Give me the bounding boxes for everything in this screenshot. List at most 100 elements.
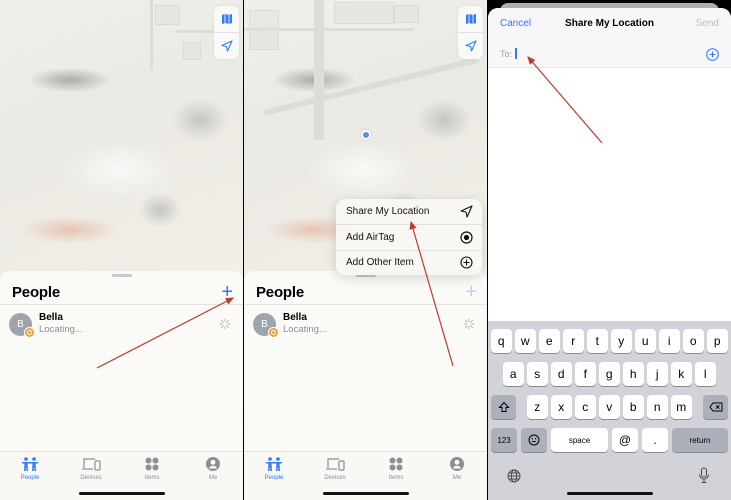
sheet-title: People: [256, 283, 304, 301]
key-q[interactable]: q: [491, 329, 512, 353]
dot-key[interactable]: .: [642, 428, 668, 452]
map-icon: [465, 14, 476, 24]
people-icon: [266, 457, 282, 471]
person-circle-icon: [450, 457, 464, 471]
backspace-icon: [708, 402, 722, 412]
key-x[interactable]: x: [551, 395, 572, 419]
home-indicator: [322, 492, 409, 495]
add-contact-icon[interactable]: [706, 48, 719, 61]
avatar: B: [253, 312, 279, 338]
person-status: Locating...: [283, 324, 327, 335]
people-screen-1: People + B Bella Locating... People Devi…: [0, 0, 243, 500]
person-row[interactable]: B Bella Locating...: [253, 311, 475, 338]
spinner-icon: [463, 318, 475, 330]
key-g[interactable]: g: [599, 362, 620, 386]
tab-me[interactable]: Me: [432, 456, 482, 481]
at-key[interactable]: @: [612, 428, 638, 452]
menu-item-add-other-item[interactable]: Add Other Item: [336, 249, 482, 275]
location-arrow-icon: [464, 40, 477, 52]
keyboard: qwertyuiop asdfghjkl zxcvbnm 123 space @…: [488, 321, 731, 500]
tab-devices[interactable]: Devices: [66, 456, 116, 481]
person-status: Locating...: [39, 324, 83, 335]
key-a[interactable]: a: [503, 362, 524, 386]
key-d[interactable]: d: [551, 362, 572, 386]
add-button[interactable]: +: [465, 282, 477, 302]
compose-title: Share My Location: [565, 18, 654, 29]
current-location-button[interactable]: [458, 33, 483, 59]
emoji-icon: [528, 434, 540, 446]
avatar: B: [9, 312, 35, 338]
menu-item-share-my-location[interactable]: Share My Location: [336, 199, 482, 224]
space-key[interactable]: space: [551, 428, 608, 452]
spinner-icon: [219, 318, 231, 330]
shift-icon: [497, 401, 510, 412]
tab-items[interactable]: Items: [371, 456, 421, 481]
key-w[interactable]: w: [515, 329, 536, 353]
key-e[interactable]: e: [539, 329, 560, 353]
location-arrow-icon: [220, 40, 233, 52]
tab-people[interactable]: People: [249, 456, 299, 481]
shift-key[interactable]: [491, 395, 516, 419]
key-i[interactable]: i: [659, 329, 680, 353]
globe-icon[interactable]: [507, 469, 521, 483]
tab-bar: People Devices Items Me: [244, 451, 487, 500]
key-z[interactable]: z: [527, 395, 548, 419]
key-h[interactable]: h: [623, 362, 644, 386]
to-field[interactable]: To:: [500, 48, 517, 59]
person-circle-icon: [206, 457, 220, 471]
key-m[interactable]: m: [671, 395, 692, 419]
key-n[interactable]: n: [647, 395, 668, 419]
key-r[interactable]: r: [563, 329, 584, 353]
key-k[interactable]: k: [671, 362, 692, 386]
locating-badge-icon: [268, 326, 279, 338]
key-l[interactable]: l: [695, 362, 716, 386]
map-icon: [221, 14, 232, 24]
backspace-key[interactable]: [703, 395, 728, 419]
key-b[interactable]: b: [623, 395, 644, 419]
airtag-icon: [460, 231, 473, 244]
key-f[interactable]: f: [575, 362, 596, 386]
tab-devices[interactable]: Devices: [310, 456, 360, 481]
return-key[interactable]: return: [672, 428, 728, 452]
compose-header: Cancel Share My Location Send To:: [488, 8, 731, 68]
map-mode-button[interactable]: [214, 6, 239, 32]
tab-items[interactable]: Items: [127, 456, 177, 481]
emoji-key[interactable]: [521, 428, 547, 452]
current-location-dot: [361, 130, 371, 140]
tab-people[interactable]: People: [5, 456, 55, 481]
key-y[interactable]: y: [611, 329, 632, 353]
menu-item-add-airtag[interactable]: Add AirTag: [336, 224, 482, 249]
home-indicator: [566, 492, 653, 495]
person-name: Bella: [39, 312, 63, 323]
map-view[interactable]: [0, 0, 243, 285]
person-row[interactable]: B Bella Locating...: [9, 311, 231, 338]
plus-circle-icon: [460, 256, 473, 269]
send-button[interactable]: Send: [696, 18, 719, 29]
key-p[interactable]: p: [707, 329, 728, 353]
text-cursor: [515, 48, 517, 59]
home-indicator: [78, 492, 165, 495]
tab-me[interactable]: Me: [188, 456, 238, 481]
map-controls: [458, 6, 483, 59]
key-u[interactable]: u: [635, 329, 656, 353]
sheet-grabber[interactable]: [111, 274, 132, 277]
tab-bar: People Devices Items Me: [0, 451, 243, 500]
people-screen-2: People + B Bella Locating... Share My Lo…: [244, 0, 487, 500]
items-icon: [145, 457, 159, 471]
key-v[interactable]: v: [599, 395, 620, 419]
microphone-icon[interactable]: [698, 467, 710, 484]
numbers-key[interactable]: 123: [491, 428, 517, 452]
key-c[interactable]: c: [575, 395, 596, 419]
key-t[interactable]: t: [587, 329, 608, 353]
map-mode-button[interactable]: [458, 6, 483, 32]
people-icon: [22, 457, 38, 471]
key-o[interactable]: o: [683, 329, 704, 353]
items-icon: [389, 457, 403, 471]
location-arrow-icon: [460, 205, 473, 218]
key-j[interactable]: j: [647, 362, 668, 386]
devices-icon: [82, 458, 101, 471]
key-s[interactable]: s: [527, 362, 548, 386]
current-location-button[interactable]: [214, 33, 239, 59]
add-button[interactable]: +: [221, 282, 233, 302]
share-location-screen: Cancel Share My Location Send To: qwerty…: [488, 0, 731, 500]
